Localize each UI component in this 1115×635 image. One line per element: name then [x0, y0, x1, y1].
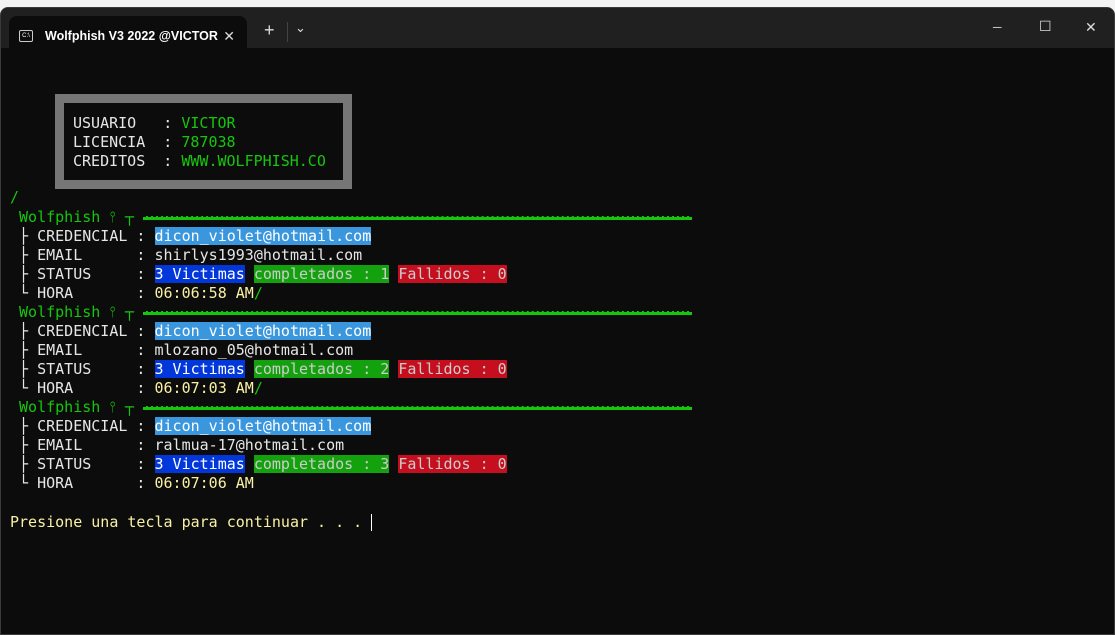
text: /: [253, 379, 263, 397]
credencial-value: dicon_violet@hotmail.com: [154, 417, 372, 435]
victimas-badge: 3 Victimas: [154, 265, 245, 283]
text: /: [253, 284, 263, 302]
text: └ HORA :: [10, 379, 155, 397]
entry-header: Wolfphish ⫯ ┬: [10, 208, 692, 227]
tab-close-icon[interactable]: ✕: [223, 28, 235, 45]
victimas-badge: 3 Victimas: [154, 360, 245, 378]
status-row: ├ STATUS : 3 Victimas completados : 2 Fa…: [10, 360, 507, 379]
text: ⫯ ┬: [100, 208, 143, 226]
text: ├ EMAIL :: [10, 246, 155, 264]
completados-badge: completados : 1: [253, 265, 390, 283]
hora-value: 06:07:03 AM: [154, 379, 254, 397]
completados-badge: completados : 2: [253, 360, 390, 378]
new-tab-button[interactable]: +: [264, 20, 275, 41]
tab-dropdown-button[interactable]: ⌄: [295, 20, 306, 36]
text: └ HORA :: [10, 284, 155, 302]
creditos-line: CREDITOS : WWW.WOLFPHISH.CO: [73, 152, 326, 170]
credencial-row: ├ CREDENCIAL : dicon_violet@hotmail.com: [10, 322, 372, 341]
victimas-badge: 3 Victimas: [154, 455, 245, 473]
slash: /: [10, 188, 20, 206]
divider-bar: [142, 310, 692, 315]
fallidos-badge: Fallidos : 0: [398, 360, 507, 378]
fallidos-badge: Fallidos : 0: [398, 455, 507, 473]
text: ├ STATUS :: [10, 455, 155, 473]
divider-bar: [142, 405, 692, 410]
credencial-row: ├ CREDENCIAL : dicon_violet@hotmail.com: [10, 227, 372, 246]
title-bar: C:\ Wolfphish V3 2022 @VICTOR ✕ + ⌄ ─ ☐ …: [1, 8, 1114, 56]
hora-value: 06:07:06 AM: [154, 474, 254, 492]
divider-bar: [142, 215, 692, 220]
maximize-button[interactable]: ☐: [1039, 18, 1052, 35]
credencial-value: dicon_violet@hotmail.com: [154, 322, 372, 340]
email-row: ├ EMAIL : shirlys1993@hotmail.com: [10, 246, 362, 265]
hora-row: └ HORA : 06:07:06 AM: [10, 474, 254, 493]
credencial-value: dicon_violet@hotmail.com: [154, 227, 372, 245]
usuario-line: USUARIO : VICTOR: [73, 114, 236, 132]
divider: [287, 22, 288, 42]
email-row: ├ EMAIL : mlozano_05@hotmail.com: [10, 341, 353, 360]
email-row: ├ EMAIL : ralmua-17@hotmail.com: [10, 436, 344, 455]
hora-row: └ HORA : 06:07:03 AM/: [10, 379, 263, 398]
email-value: mlozano_05@hotmail.com: [154, 341, 354, 359]
text: ├ CREDENCIAL :: [10, 322, 155, 340]
completados-badge: completados : 3: [253, 455, 390, 473]
status-row: ├ STATUS : 3 Victimas completados : 3 Fa…: [10, 455, 507, 474]
fallidos-badge: Fallidos : 0: [398, 265, 507, 283]
entry-header: Wolfphish ⫯ ┬: [10, 303, 692, 322]
text: ├ EMAIL :: [10, 436, 155, 454]
email-value: ralmua-17@hotmail.com: [154, 436, 345, 454]
email-value: shirlys1993@hotmail.com: [154, 246, 363, 264]
text: ├ STATUS :: [10, 360, 155, 378]
text: Wolfphish: [19, 208, 101, 226]
credencial-row: ├ CREDENCIAL : dicon_violet@hotmail.com: [10, 417, 372, 436]
continue-prompt: Presione una tecla para continuar . . .: [10, 513, 373, 531]
cmd-icon: C:\: [19, 30, 33, 42]
text: ├ CREDENCIAL :: [10, 227, 155, 245]
status-row: ├ STATUS : 3 Victimas completados : 1 Fa…: [10, 265, 507, 284]
text: ⫯ ┬: [100, 398, 143, 416]
minimize-button[interactable]: ─: [993, 20, 1002, 34]
text: ├ CREDENCIAL :: [10, 417, 155, 435]
tab-title: Wolfphish V3 2022 @VICTOR: [45, 29, 218, 43]
text-cursor: [371, 514, 373, 531]
text: ⫯ ┬: [100, 303, 143, 321]
text: ├ STATUS :: [10, 265, 155, 283]
terminal-output[interactable]: USUARIO : VICTOR LICENCIA : 787038 CREDI…: [1, 48, 1114, 634]
close-button[interactable]: ✕: [1085, 19, 1097, 36]
hora-value: 06:06:58 AM: [154, 284, 254, 302]
hora-row: └ HORA : 06:06:58 AM/: [10, 284, 263, 303]
text: Wolfphish: [19, 303, 101, 321]
licencia-line: LICENCIA : 787038: [73, 133, 236, 151]
entry-header: Wolfphish ⫯ ┬: [10, 398, 692, 417]
text: Wolfphish: [19, 398, 101, 416]
text: ├ EMAIL :: [10, 341, 155, 359]
terminal-window: C:\ Wolfphish V3 2022 @VICTOR ✕ + ⌄ ─ ☐ …: [0, 7, 1115, 635]
text: └ HORA :: [10, 474, 155, 492]
